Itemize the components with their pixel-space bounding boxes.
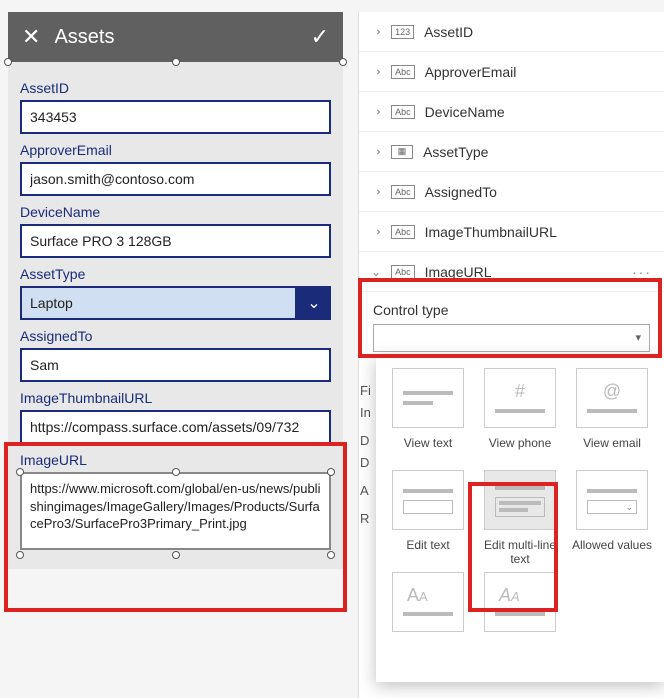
assignedto-input[interactable] — [20, 348, 331, 382]
type-icon: Abc — [391, 185, 415, 199]
tile-allowed-values[interactable]: ⌄ Allowed values — [569, 470, 655, 568]
approveremail-label: ApproverEmail — [20, 142, 331, 158]
type-icon: ▦ — [391, 145, 413, 159]
field-name: AssetType — [423, 144, 652, 160]
panel-resize-handle[interactable] — [4, 58, 12, 66]
tile-view-text[interactable]: View text — [385, 368, 471, 466]
imageurl-label: ImageURL — [20, 452, 331, 468]
field-row-assignedto[interactable]: ⌄ Abc AssignedTo — [359, 172, 664, 212]
type-icon: Abc — [391, 225, 415, 239]
type-icon: 123 — [391, 25, 414, 39]
control-type-popup: View text # View phone @ View email Edit… — [376, 356, 664, 682]
field-name: AssetID — [424, 24, 652, 40]
field-name: AssignedTo — [425, 184, 652, 200]
type-icon: Abc — [391, 105, 415, 119]
resize-handle[interactable] — [172, 551, 180, 559]
chevron-icon[interactable]: ⌄ — [369, 106, 383, 116]
resize-handle[interactable] — [327, 551, 335, 559]
panel-resize-handle[interactable] — [339, 58, 347, 66]
field-name: ApproverEmail — [425, 64, 652, 80]
tile-view-email[interactable]: @ View email — [569, 368, 655, 466]
type-icon: Abc — [391, 265, 415, 279]
resize-handle[interactable] — [16, 551, 24, 559]
tile-edit-multiline[interactable]: Edit multi-line text — [477, 470, 563, 568]
field-name: ImageURL — [425, 264, 632, 280]
form-title: Assets — [54, 26, 310, 49]
control-type-select[interactable]: ▾ — [373, 324, 650, 352]
chevron-icon[interactable]: ⌄ — [369, 26, 383, 36]
assetid-input[interactable] — [20, 100, 331, 134]
imageurl-textarea[interactable] — [20, 472, 331, 550]
devicename-input[interactable] — [20, 224, 331, 258]
assettype-value[interactable] — [20, 286, 297, 320]
chevron-icon[interactable]: ⌄ — [371, 265, 381, 279]
form-body: AssetID ApproverEmail DeviceName AssetTy… — [8, 62, 343, 569]
form-header: ✕ Assets ✓ — [8, 12, 343, 62]
tile-view-phone[interactable]: # View phone — [477, 368, 563, 466]
thumb-label: ImageThumbnailURL — [20, 390, 331, 406]
more-icon[interactable]: ··· — [632, 264, 652, 280]
field-row-assetid[interactable]: ⌄ 123 AssetID — [359, 12, 664, 52]
chevron-icon[interactable]: ⌄ — [369, 66, 383, 76]
field-row-assettype[interactable]: ⌄ ▦ AssetType — [359, 132, 664, 172]
approveremail-input[interactable] — [20, 162, 331, 196]
field-row-approveremail[interactable]: ⌄ Abc ApproverEmail — [359, 52, 664, 92]
submit-check-icon[interactable]: ✓ — [311, 24, 329, 50]
field-row-imageurl[interactable]: ⌄ Abc ImageURL··· — [359, 252, 664, 292]
thumb-input[interactable] — [20, 410, 331, 444]
resize-handle[interactable] — [327, 468, 335, 476]
assettype-label: AssetType — [20, 266, 331, 282]
tile-edit-text[interactable]: Edit text — [385, 470, 471, 568]
devicename-label: DeviceName — [20, 204, 331, 220]
form-preview-panel: ✕ Assets ✓ AssetID ApproverEmail DeviceN… — [8, 12, 343, 569]
chevron-icon[interactable]: ⌄ — [369, 226, 383, 236]
chevron-down-icon: ▾ — [635, 331, 641, 344]
resize-handle[interactable] — [16, 468, 24, 476]
cutoff-labels: Fi In D D A R — [360, 380, 371, 531]
chevron-icon[interactable]: ⌄ — [369, 186, 383, 196]
field-list: ⌄ 123 AssetID ⌄ Abc ApproverEmail ⌄ Abc DeviceNa… — [359, 12, 664, 352]
field-name: ImageThumbnailURL — [425, 224, 652, 240]
field-name: DeviceName — [425, 104, 652, 120]
chevron-icon[interactable]: ⌄ — [369, 146, 383, 156]
assignedto-label: AssignedTo — [20, 328, 331, 344]
chevron-down-icon[interactable]: ⌄ — [297, 286, 331, 320]
close-icon[interactable]: ✕ — [22, 24, 40, 50]
control-type-label: Control type — [359, 292, 664, 324]
resize-handle[interactable] — [172, 468, 180, 476]
assettype-select[interactable]: ⌄ — [20, 286, 331, 320]
tile-font-b[interactable]: AA — [477, 572, 563, 670]
tile-font-a[interactable]: AA — [385, 572, 471, 670]
field-row-devicename[interactable]: ⌄ Abc DeviceName — [359, 92, 664, 132]
control-tiles: View text # View phone @ View email Edit… — [384, 368, 656, 670]
panel-resize-handle[interactable] — [172, 58, 180, 66]
assetid-label: AssetID — [20, 80, 331, 96]
field-row-imagethumbnailurl[interactable]: ⌄ Abc ImageThumbnailURL — [359, 212, 664, 252]
type-icon: Abc — [391, 65, 415, 79]
